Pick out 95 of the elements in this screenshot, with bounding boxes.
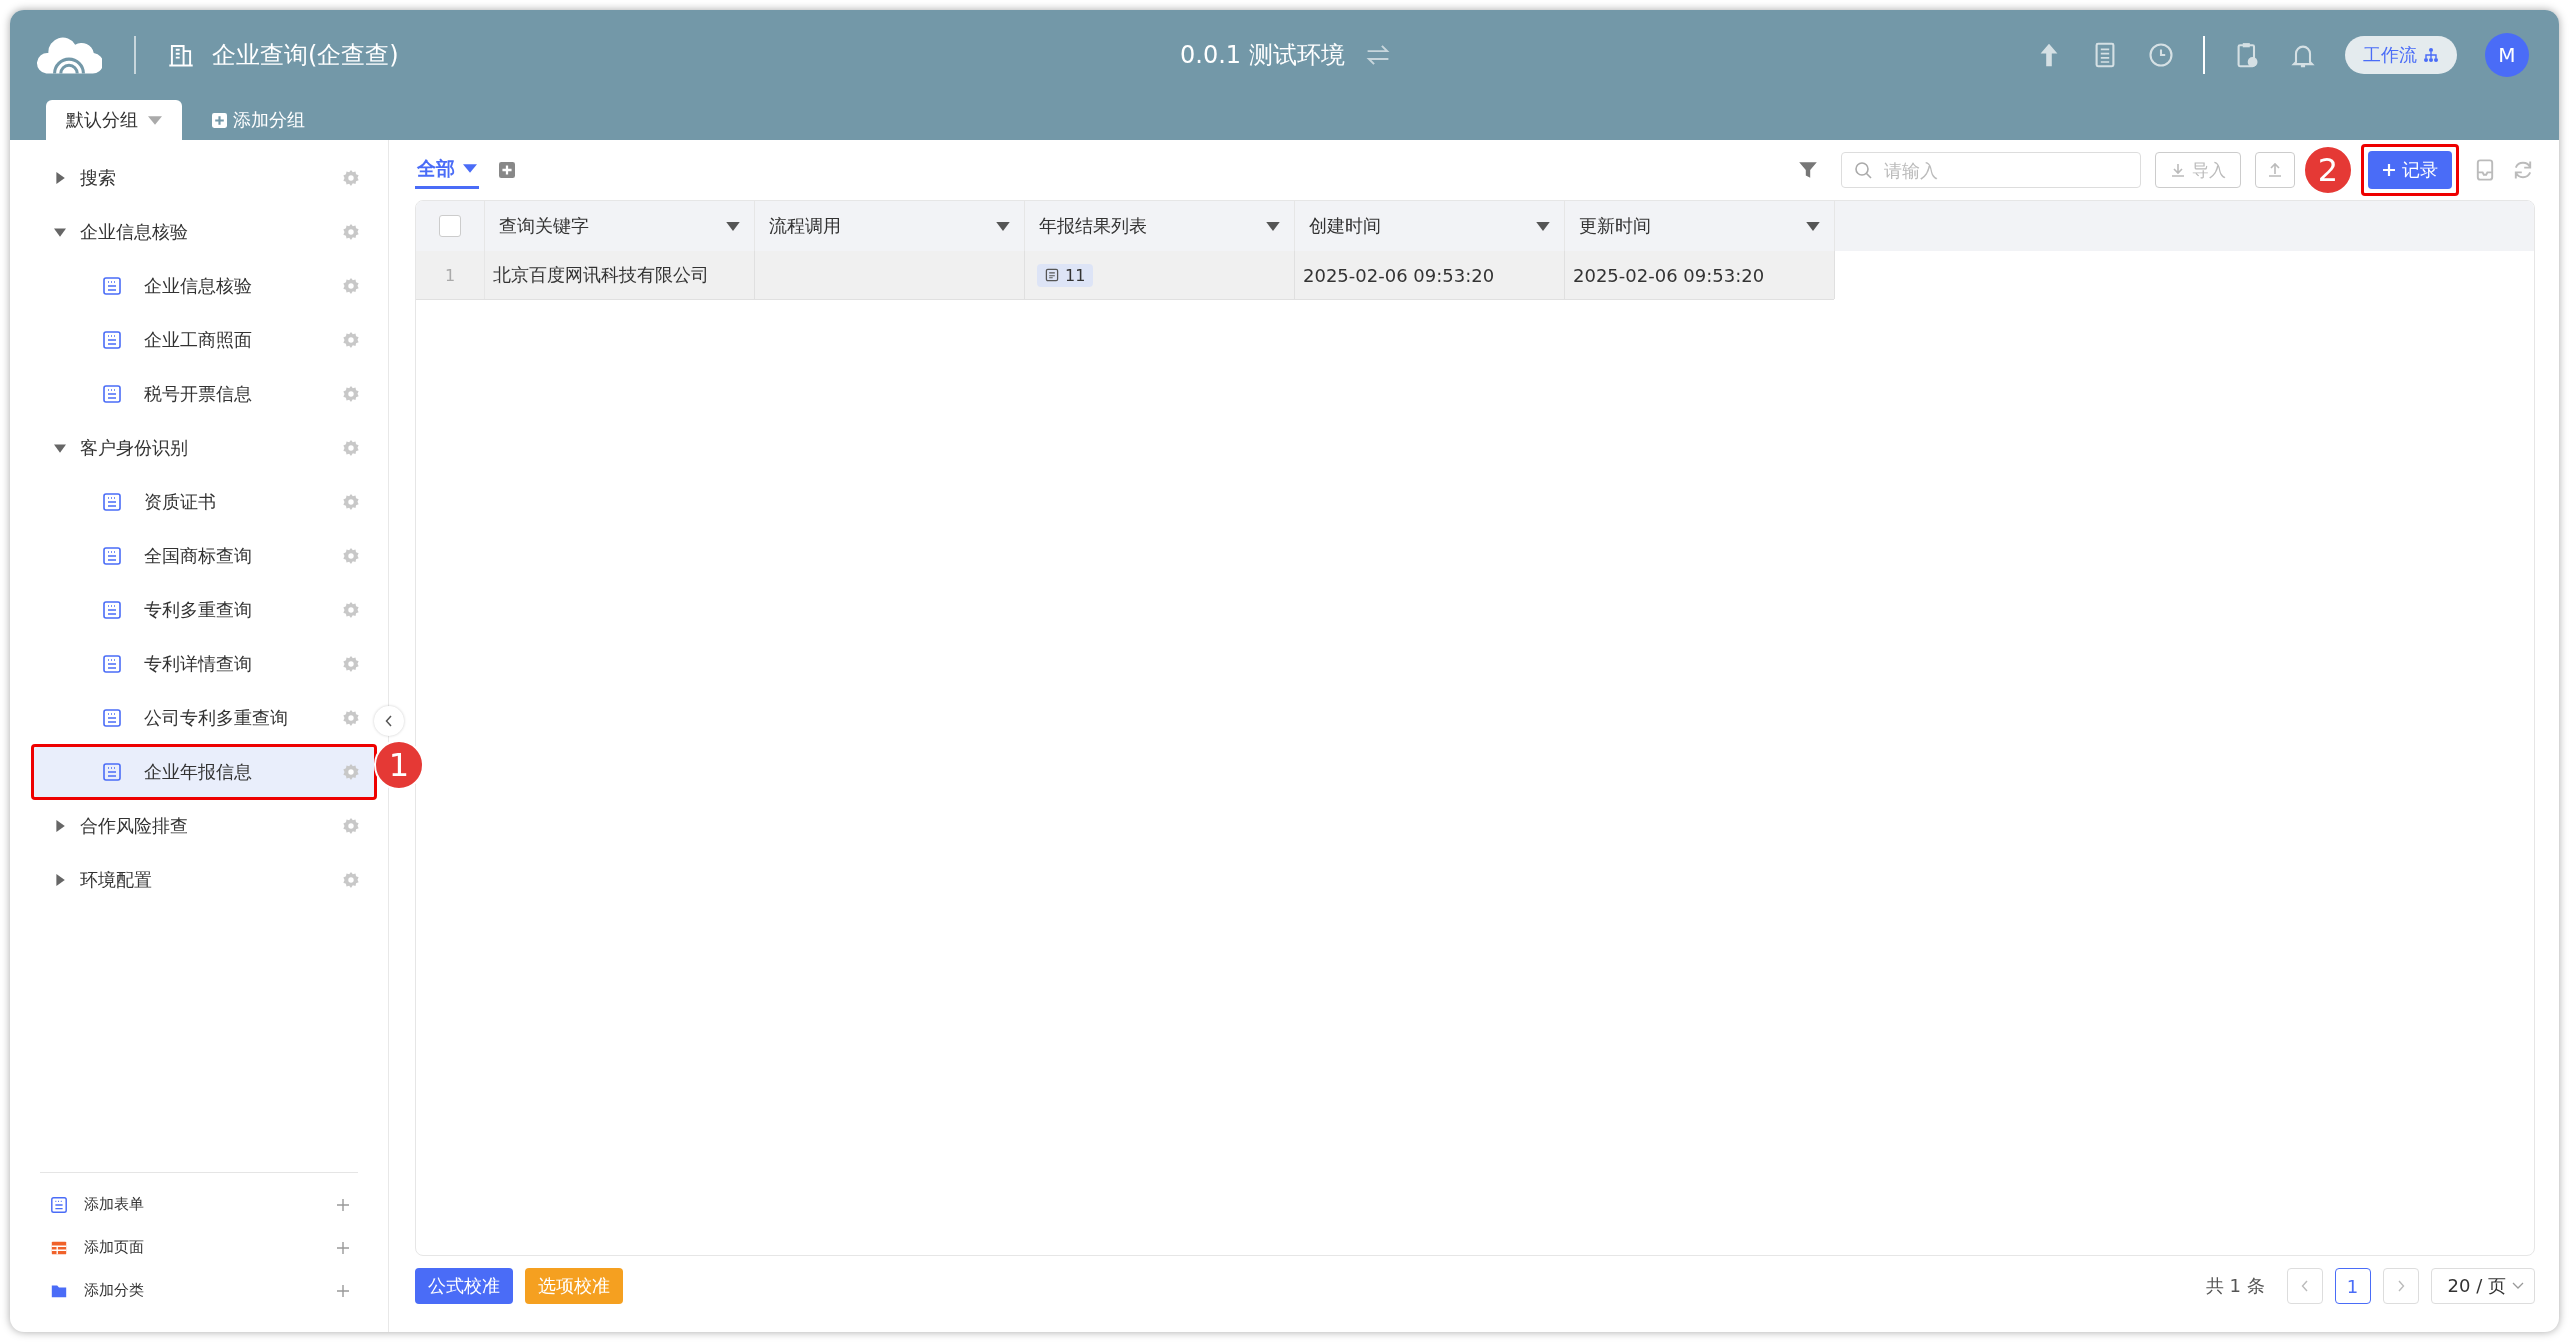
caret-down-icon <box>726 221 740 231</box>
table-cell: 2025-02-06 09:53:20 <box>1573 264 1765 286</box>
swap-icon[interactable] <box>1364 42 1391 68</box>
sidebar-group[interactable]: 企业信息核验 <box>34 207 374 257</box>
calibrate-button[interactable]: 公式校准 <box>415 1268 513 1304</box>
caret-down-icon <box>54 442 66 454</box>
caret-down-icon <box>996 221 1010 231</box>
record-count-tag[interactable]: 11 <box>1037 263 1094 287</box>
user-avatar[interactable]: M <box>2485 33 2529 77</box>
form-icon <box>1045 268 1059 282</box>
form-icon <box>102 384 122 404</box>
add-entry[interactable]: 添加分类 <box>40 1269 358 1312</box>
gear-icon[interactable] <box>342 547 360 565</box>
environment-label: 0.0.1 测试环境 <box>1180 40 1345 71</box>
page-size-select[interactable]: 20 / 页 <box>2430 1268 2535 1304</box>
sidebar-item[interactable]: 资质证书 <box>34 477 374 527</box>
chevron-down-icon <box>2512 1282 2524 1290</box>
sidebar-group[interactable]: 搜索 <box>34 153 374 203</box>
gear-icon[interactable] <box>342 439 360 457</box>
caret-down-icon <box>463 164 477 173</box>
sidebar-item[interactable]: 企业信息核验 <box>34 261 374 311</box>
upload-icon <box>2267 162 2283 178</box>
search-field[interactable]: 请输入 <box>1841 152 2141 188</box>
form-icon <box>102 276 122 296</box>
sidebar-item[interactable]: 公司专利多重查询 <box>34 693 374 743</box>
sidebar-group[interactable]: 客户身份识别 <box>34 423 374 473</box>
caret-down-icon <box>1536 221 1550 231</box>
app-title: 企业查询(企查查) <box>212 40 399 71</box>
building-icon <box>168 42 194 68</box>
chevron-left-icon <box>385 715 393 727</box>
table-cell: 北京百度网讯科技有限公司 <box>493 263 709 287</box>
hierarchy-icon <box>2423 47 2439 63</box>
group-tab[interactable]: 默认分组 <box>46 100 182 140</box>
export-button[interactable] <box>2255 152 2295 188</box>
sidebar-group[interactable]: 环境配置 <box>34 855 374 905</box>
next-page-button[interactable] <box>2382 1268 2419 1304</box>
gear-icon[interactable] <box>342 385 360 403</box>
gear-icon[interactable] <box>342 169 360 187</box>
sidebar-item[interactable]: 企业年报信息 <box>34 747 374 797</box>
chevron-right-icon <box>2396 1280 2405 1292</box>
gear-icon[interactable] <box>342 763 360 781</box>
form-icon <box>102 546 122 566</box>
annotation-badge: 2 <box>2303 145 2353 195</box>
download-icon <box>2170 162 2186 178</box>
plus-icon <box>2382 163 2396 177</box>
form-icon <box>102 762 122 782</box>
add-entry[interactable]: 添加页面 <box>40 1226 358 1269</box>
plus-icon[interactable] <box>336 1197 350 1212</box>
workflow-button[interactable]: 工作流 <box>2345 36 2457 74</box>
sidebar-group[interactable]: 合作风险排查 <box>34 801 374 851</box>
add-record-button[interactable]: 记录 <box>2368 151 2452 189</box>
select-all-checkbox[interactable] <box>439 215 461 237</box>
page-button[interactable]: 1 <box>2334 1268 2371 1304</box>
form-icon <box>102 492 122 512</box>
plus-square-icon[interactable] <box>499 162 515 178</box>
view-tab[interactable]: 全部 <box>415 151 479 189</box>
gear-icon[interactable] <box>342 331 360 349</box>
search-icon <box>1853 160 1873 180</box>
form-icon <box>102 600 122 620</box>
gear-icon[interactable] <box>342 223 360 241</box>
collapse-handle[interactable] <box>374 706 404 736</box>
caret-down-icon <box>54 226 66 238</box>
gear-icon[interactable] <box>342 493 360 511</box>
plus-icon[interactable] <box>336 1240 350 1255</box>
sidebar-item[interactable]: 企业工商照面 <box>34 315 374 365</box>
annotation-badge: 1 <box>374 740 424 790</box>
sidebar-item[interactable]: 专利多重查询 <box>34 585 374 635</box>
caret-down-icon <box>1806 221 1820 231</box>
plus-icon[interactable] <box>336 1283 350 1298</box>
caret-right-icon <box>54 172 66 184</box>
total-count: 共 1 条 <box>2205 1274 2265 1298</box>
caret-down-icon <box>148 115 162 125</box>
sidebar-item[interactable]: 专利详情查询 <box>34 639 374 689</box>
caret-down-icon <box>1266 221 1280 231</box>
form-icon <box>102 654 122 674</box>
form-icon <box>50 1195 68 1214</box>
chevron-left-icon <box>2300 1280 2309 1292</box>
gear-icon[interactable] <box>342 817 360 835</box>
gear-icon[interactable] <box>342 655 360 673</box>
table-cell: 2025-02-06 09:53:20 <box>1303 264 1495 286</box>
caret-right-icon <box>54 820 66 832</box>
gear-icon[interactable] <box>342 601 360 619</box>
gear-icon[interactable] <box>342 709 360 727</box>
gear-icon[interactable] <box>342 277 360 295</box>
sidebar-item[interactable]: 全国商标查询 <box>34 531 374 581</box>
row-number: 1 <box>444 265 456 285</box>
add-entry[interactable]: 添加表单 <box>40 1183 358 1226</box>
previous-page-button[interactable] <box>2286 1268 2323 1304</box>
gear-icon[interactable] <box>342 871 360 889</box>
clock-icon[interactable] <box>2147 41 2175 69</box>
form-icon <box>102 708 122 728</box>
plus-square-icon <box>212 112 227 128</box>
caret-right-icon <box>54 874 66 886</box>
sidebar-item[interactable]: 税号开票信息 <box>34 369 374 419</box>
form-icon <box>102 330 122 350</box>
